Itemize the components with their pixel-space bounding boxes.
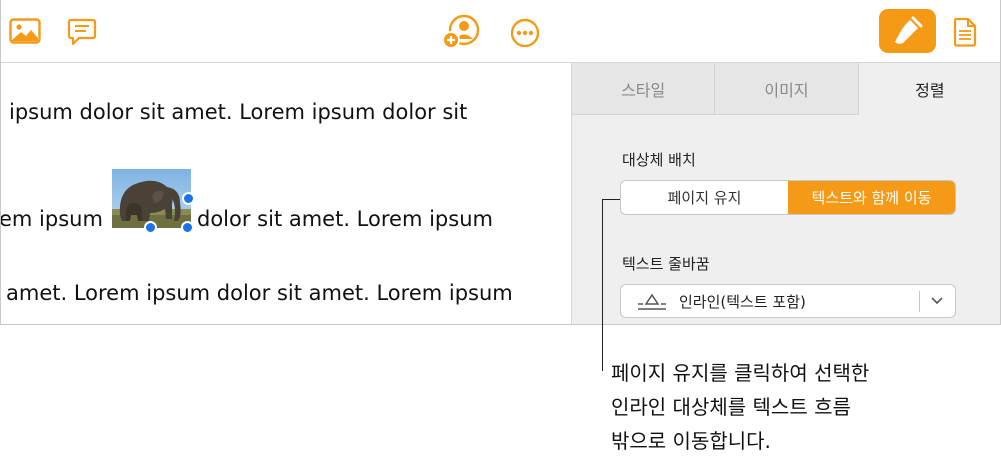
select-divider	[919, 291, 920, 312]
text-wrap-select[interactable]: 인라인(텍스트 포함)	[620, 284, 956, 318]
callout-line: 인라인 대상체를 텍스트 흐름	[611, 395, 851, 419]
tab-style[interactable]: 스타일	[572, 63, 716, 115]
format-sidebar: 스타일 이미지 정렬 대상체 배치 페이지 유지 텍스트와 함께 이동 텍스트 …	[571, 63, 1000, 324]
document-canvas[interactable]: ipsum dolor sit amet. Lorem ipsum dolor …	[1, 63, 570, 324]
toolbar	[1, 0, 1000, 63]
inline-image[interactable]	[112, 169, 191, 228]
photo-icon[interactable]	[8, 16, 42, 46]
resize-handle[interactable]	[181, 221, 194, 234]
callout-line: 밖으로 이동합니다.	[611, 429, 771, 453]
object-placement-control: 페이지 유지 텍스트와 함께 이동	[620, 180, 956, 215]
body-text-line: em ipsum	[1, 207, 103, 231]
body-text-line: ipsum dolor sit amet. Lorem ipsum dolor …	[9, 100, 468, 124]
chevron-down-icon	[931, 297, 943, 305]
inline-wrap-icon	[638, 293, 666, 310]
text-wrap-label: 텍스트 줄바꿈	[622, 255, 710, 273]
document-icon[interactable]	[951, 15, 979, 49]
app-window: ipsum dolor sit amet. Lorem ipsum dolor …	[0, 0, 1001, 325]
resize-handle[interactable]	[144, 221, 157, 234]
tab-arrange[interactable]: 정렬	[858, 63, 1000, 115]
move-with-text-button[interactable]: 텍스트와 함께 이동	[788, 181, 955, 214]
elephant-image	[112, 169, 191, 228]
more-icon[interactable]	[509, 17, 541, 49]
callout-leader	[602, 199, 603, 371]
tab-image[interactable]: 이미지	[715, 63, 859, 115]
format-button[interactable]	[879, 9, 936, 53]
callout-leader	[602, 199, 620, 200]
object-placement-label: 대상체 배치	[622, 151, 696, 169]
text-wrap-value: 인라인(텍스트 포함)	[679, 293, 806, 311]
body-text-line: amet. Lorem ipsum dolor sit amet. Lorem …	[6, 281, 513, 305]
callout-line: 페이지 유지를 클릭하여 선택한	[611, 361, 870, 385]
sidebar-tabs: 스타일 이미지 정렬	[572, 63, 1000, 115]
collaborate-icon[interactable]	[441, 13, 481, 49]
format-brush-icon	[894, 16, 922, 44]
stay-on-page-button[interactable]: 페이지 유지	[621, 181, 788, 214]
callout-text: 페이지 유지를 클릭하여 선택한 인라인 대상체를 텍스트 흐름 밖으로 이동합…	[611, 356, 869, 458]
resize-handle[interactable]	[182, 192, 195, 205]
body-text-line: dolor sit amet. Lorem ipsum	[197, 207, 493, 231]
comment-icon[interactable]	[65, 15, 99, 49]
